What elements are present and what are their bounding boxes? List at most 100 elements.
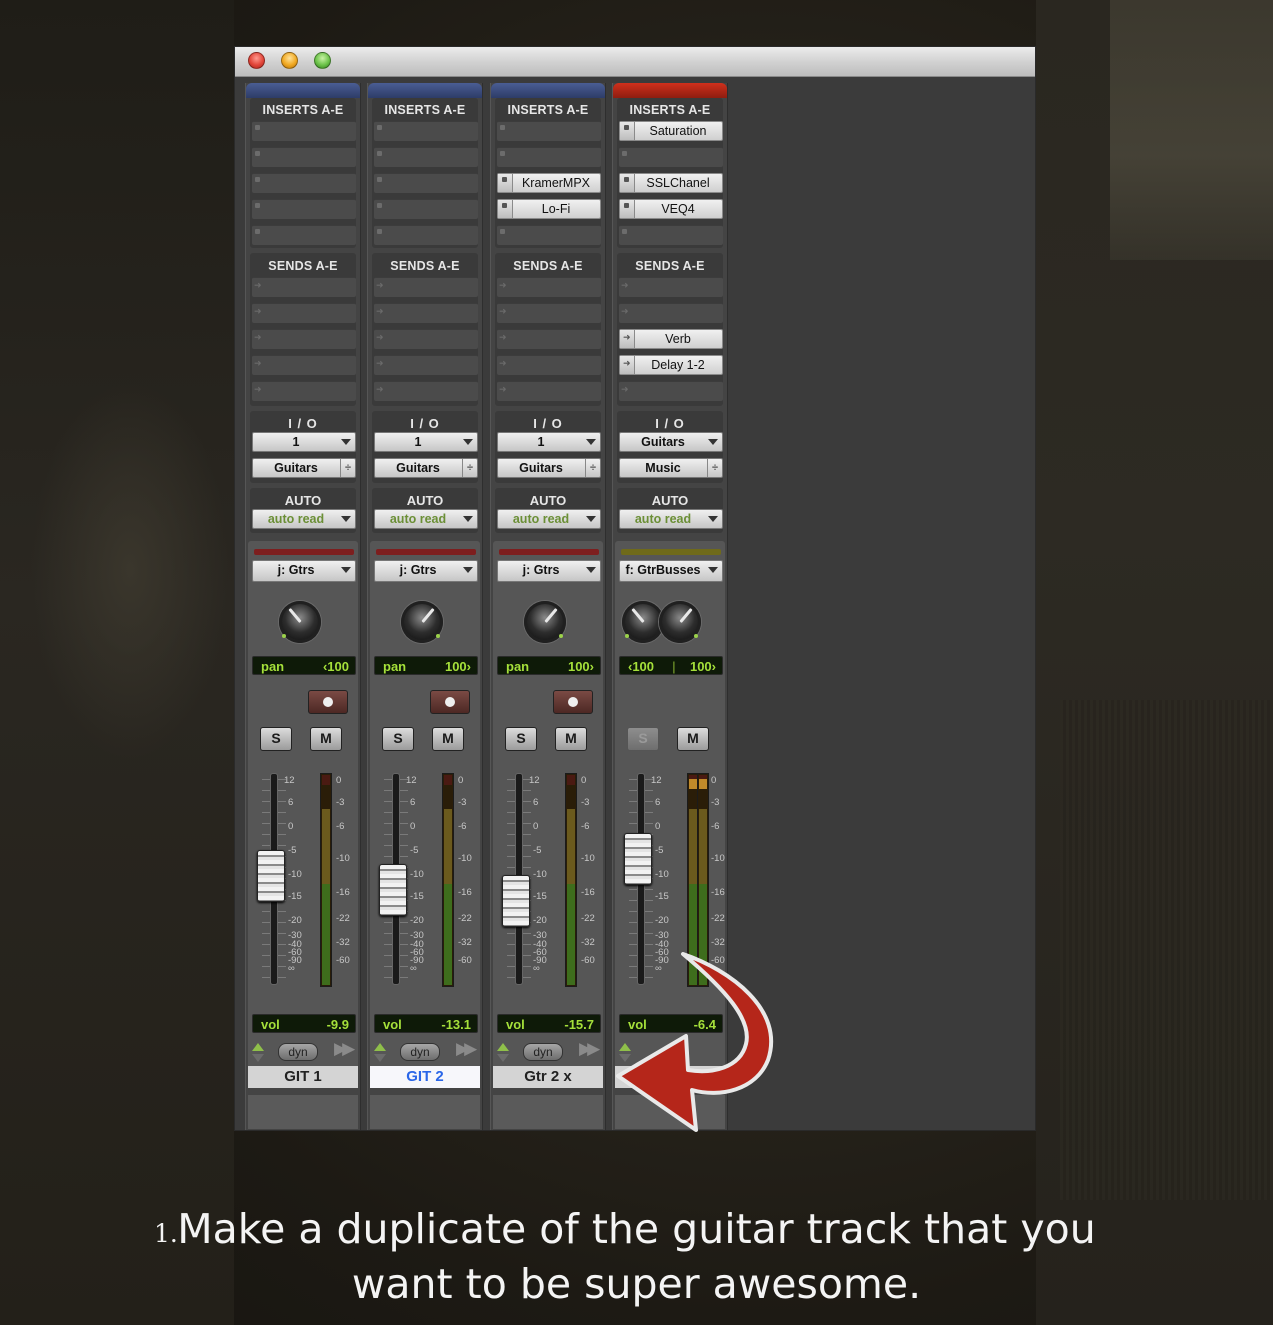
input-selector[interactable]: 1 <box>252 432 356 452</box>
send-slot[interactable]: ➜ <box>497 381 601 401</box>
volume-nudge-icon[interactable] <box>252 1042 264 1064</box>
fader-cap[interactable] <box>379 863 407 916</box>
pan-display[interactable]: pan 100› <box>374 656 478 675</box>
send-slot[interactable]: ➜ <box>497 355 601 375</box>
insert-slot[interactable] <box>374 199 478 219</box>
insert-slot[interactable] <box>497 225 601 245</box>
insert-slot[interactable]: KramerMPX <box>497 173 601 193</box>
insert-slot[interactable] <box>374 147 478 167</box>
volume-nudge-icon[interactable] <box>497 1042 509 1064</box>
send-slot[interactable]: ➜ <box>619 381 723 401</box>
insert-slot[interactable] <box>252 225 356 245</box>
send-slot[interactable]: ➜ <box>252 277 356 297</box>
track-name[interactable]: GIT 1 <box>248 1066 358 1088</box>
window-titlebar[interactable] <box>235 47 1035 77</box>
send-slot[interactable]: ➜ <box>497 329 601 349</box>
record-enable-button[interactable] <box>430 690 470 714</box>
output-selector[interactable]: Guitars ÷ <box>374 458 478 478</box>
dyn-button[interactable]: dyn <box>278 1043 318 1061</box>
pan-knob[interactable] <box>622 601 664 643</box>
mute-button[interactable]: M <box>310 727 342 751</box>
group-selector[interactable]: f: GtrBusses <box>619 560 723 582</box>
send-slot[interactable]: ➜ <box>619 277 723 297</box>
record-enable-button[interactable] <box>553 690 593 714</box>
solo-button[interactable]: S <box>505 727 537 751</box>
send-slot[interactable]: ➜ <box>497 303 601 323</box>
send-slot[interactable]: ➜ <box>374 381 478 401</box>
automation-mode-selector[interactable]: auto read <box>619 509 723 529</box>
insert-slot[interactable] <box>619 225 723 245</box>
output-add-icon[interactable]: ÷ <box>462 459 477 477</box>
fader-cap[interactable] <box>502 875 530 928</box>
input-selector[interactable]: 1 <box>497 432 601 452</box>
group-selector[interactable]: j: Gtrs <box>252 560 356 582</box>
insert-slot[interactable]: SSLChanel <box>619 173 723 193</box>
output-add-icon[interactable]: ÷ <box>585 459 600 477</box>
mute-button[interactable]: M <box>432 727 464 751</box>
send-slot[interactable]: ➜ <box>252 355 356 375</box>
dyn-button[interactable]: dyn <box>523 1043 563 1061</box>
insert-slot[interactable] <box>252 147 356 167</box>
output-add-icon[interactable]: ÷ <box>340 459 355 477</box>
send-slot[interactable]: ➜ <box>252 303 356 323</box>
send-slot[interactable]: ➜ Verb <box>619 329 723 349</box>
pan-knob[interactable] <box>524 601 566 643</box>
insert-slot[interactable] <box>374 225 478 245</box>
insert-slot[interactable] <box>619 147 723 167</box>
volume-nudge-icon[interactable] <box>374 1042 386 1064</box>
record-enable-button[interactable] <box>308 690 348 714</box>
send-slot[interactable]: ➜ <box>374 329 478 349</box>
send-slot[interactable]: ➜ <box>374 303 478 323</box>
pan-display[interactable]: pan ‹100 <box>252 656 356 675</box>
close-button[interactable] <box>248 52 265 69</box>
fast-forward-icon[interactable]: ▶▶ <box>579 1039 600 1059</box>
insert-slot[interactable]: VEQ4 <box>619 199 723 219</box>
insert-slot[interactable] <box>252 173 356 193</box>
automation-mode-selector[interactable]: auto read <box>497 509 601 529</box>
automation-mode-selector[interactable]: auto read <box>374 509 478 529</box>
input-selector[interactable]: 1 <box>374 432 478 452</box>
volume-display[interactable]: vol -13.1 <box>374 1014 478 1033</box>
volume-display[interactable]: vol -9.9 <box>252 1014 356 1033</box>
insert-slot[interactable] <box>374 121 478 141</box>
mute-button[interactable]: M <box>555 727 587 751</box>
insert-slot[interactable] <box>497 147 601 167</box>
volume-display[interactable]: vol -15.7 <box>497 1014 601 1033</box>
automation-mode-selector[interactable]: auto read <box>252 509 356 529</box>
track-name[interactable]: Gtr 2 x <box>493 1066 603 1088</box>
insert-slot[interactable] <box>497 121 601 141</box>
minimize-button[interactable] <box>281 52 298 69</box>
insert-slot[interactable]: Saturation <box>619 121 723 141</box>
send-slot[interactable]: ➜ <box>374 355 478 375</box>
output-selector[interactable]: Guitars ÷ <box>252 458 356 478</box>
send-slot[interactable]: ➜ <box>252 381 356 401</box>
insert-slot[interactable] <box>252 121 356 141</box>
send-slot[interactable]: ➜ <box>497 277 601 297</box>
output-selector[interactable]: Guitars ÷ <box>497 458 601 478</box>
send-slot[interactable]: ➜ <box>619 303 723 323</box>
dyn-button[interactable]: dyn <box>400 1043 440 1061</box>
send-slot[interactable]: ➜ <box>252 329 356 349</box>
insert-slot[interactable] <box>374 173 478 193</box>
pan-display[interactable]: ‹100 | 100› <box>619 656 723 675</box>
solo-button[interactable]: S <box>382 727 414 751</box>
insert-slot[interactable]: Lo-Fi <box>497 199 601 219</box>
input-selector[interactable]: Guitars <box>619 432 723 452</box>
output-add-icon[interactable]: ÷ <box>707 459 722 477</box>
fast-forward-icon[interactable]: ▶▶ <box>334 1039 355 1059</box>
solo-button[interactable]: S <box>627 727 659 751</box>
pan-display[interactable]: pan 100› <box>497 656 601 675</box>
output-selector[interactable]: Music ÷ <box>619 458 723 478</box>
fader-cap[interactable] <box>257 849 285 902</box>
send-slot[interactable]: ➜ Delay 1-2 <box>619 355 723 375</box>
fast-forward-icon[interactable]: ▶▶ <box>456 1039 477 1059</box>
pan-knob[interactable] <box>659 601 701 643</box>
track-name[interactable]: GIT 2 <box>370 1066 480 1088</box>
group-selector[interactable]: j: Gtrs <box>374 560 478 582</box>
fader-cap[interactable] <box>624 832 652 885</box>
pan-knob[interactable] <box>279 601 321 643</box>
solo-button[interactable]: S <box>260 727 292 751</box>
group-selector[interactable]: j: Gtrs <box>497 560 601 582</box>
pan-knob[interactable] <box>401 601 443 643</box>
send-slot[interactable]: ➜ <box>374 277 478 297</box>
